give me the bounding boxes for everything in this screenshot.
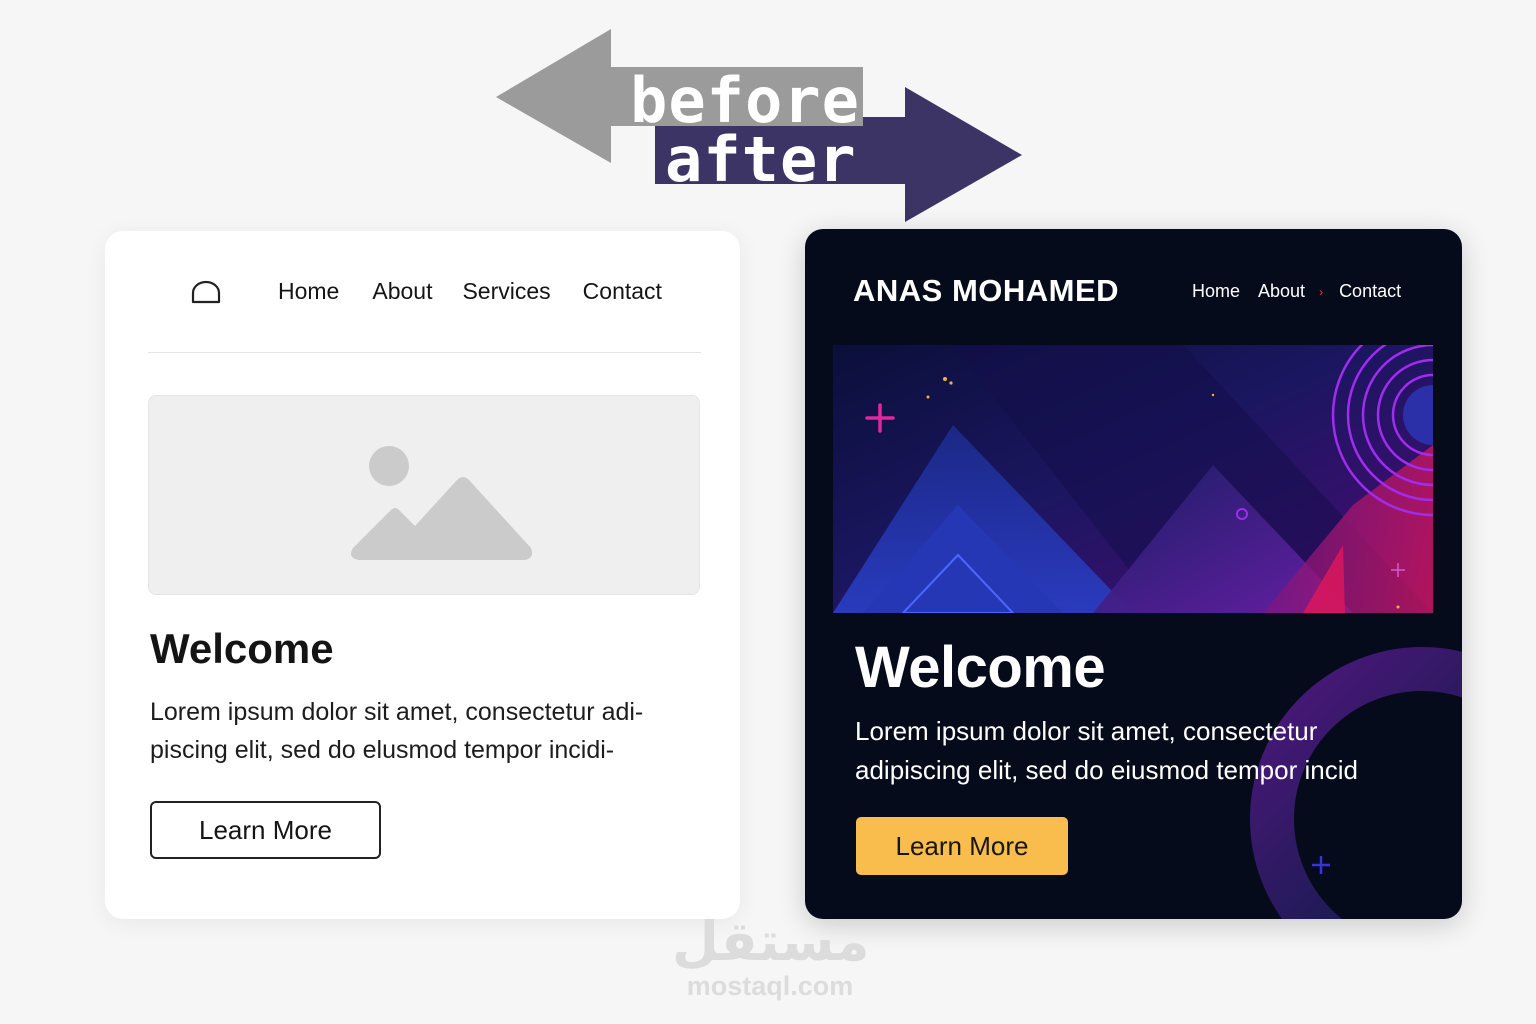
watermark-arabic: مستقل [672,910,870,973]
hero-image [833,345,1433,613]
after-title: Welcome [855,635,1106,700]
after-body-text: Lorem ipsum dolor sit amet, consectetur … [855,716,1358,785]
plus-icon [1312,856,1330,874]
after-nav: Home About › Contact [1192,281,1401,302]
after-card: ANAS MOHAMED Home About › Contact Welcom… [805,229,1462,919]
before-nav: Home About Services Contact [278,278,662,305]
dome-outline-icon[interactable] [191,280,221,304]
before-learn-more-button[interactable]: Learn More [150,801,381,859]
nav-separator-icon: › [1319,284,1324,299]
nav-about-link[interactable]: About [1258,281,1305,302]
hero-abstract-artwork [833,345,1433,613]
nav-home-link[interactable]: Home [278,278,339,305]
after-label: after [665,123,857,196]
mostaql-watermark: مستقل mostaql.com [672,910,870,1001]
nav-contact-link[interactable]: Contact [583,278,662,305]
brand-name[interactable]: ANAS MOHAMED [853,273,1119,309]
nav-home-link[interactable]: Home [1192,281,1240,302]
nav-about-link[interactable]: About [372,278,432,305]
nav-services-link[interactable]: Services [462,278,550,305]
image-placeholder-icon [351,446,533,560]
before-title: Welcome [150,625,334,672]
before-after-banner: before after [490,25,1030,230]
before-card: Home About Services Contact Welcome Lore… [105,231,740,919]
watermark-latin: mostaql.com [686,971,854,1001]
nav-contact-link[interactable]: Contact [1339,281,1401,302]
image-placeholder [148,395,700,595]
before-body-text: Lorem ipsum dolor sit amet, consectetur … [150,698,644,764]
after-learn-more-button[interactable]: Learn More [856,817,1068,875]
header-divider [148,352,701,353]
